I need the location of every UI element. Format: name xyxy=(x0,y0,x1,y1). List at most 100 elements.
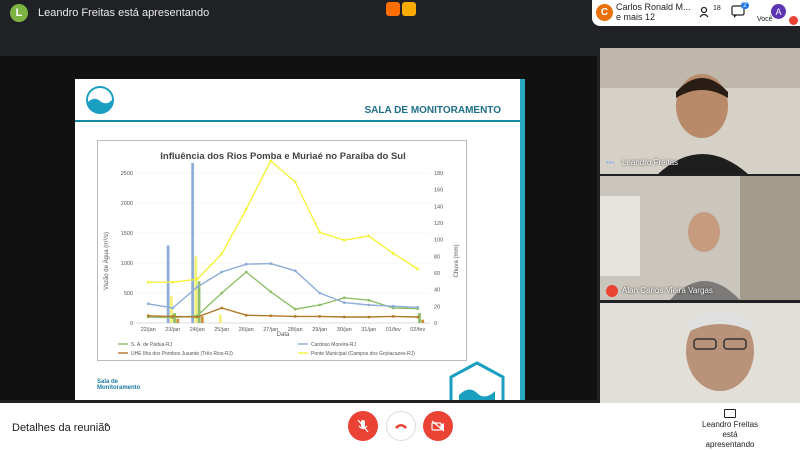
y-tick-label: 1000 xyxy=(121,261,133,267)
y2-tick-label: 140 xyxy=(434,204,443,210)
rain-bar xyxy=(218,314,222,323)
people-icon[interactable] xyxy=(699,6,713,18)
slide-header-title: SALA DE MONITORAMENTO xyxy=(364,105,501,116)
series-point xyxy=(367,303,371,307)
x-tick-label: 26/jan xyxy=(239,327,254,333)
present-line1: Leandro Freitas xyxy=(701,420,759,429)
x-tick-label: 28/jan xyxy=(288,327,303,333)
y2-tick-label: 0 xyxy=(434,321,437,327)
x-tick-label: 01/fev xyxy=(386,327,401,333)
series-point xyxy=(220,306,224,310)
participant-tile[interactable]: ••• Leandro Freitas xyxy=(600,48,800,174)
rain-bar xyxy=(200,316,204,323)
series-point xyxy=(342,238,346,242)
present-status[interactable]: Leandro Freitas está apresentando xyxy=(698,409,762,450)
series-point xyxy=(318,291,322,295)
series-point xyxy=(367,315,371,319)
series-point xyxy=(293,307,297,311)
y2-tick-label: 60 xyxy=(434,271,440,277)
series-point xyxy=(367,234,371,238)
sala-monitoramento-logo-icon xyxy=(86,86,114,114)
slide-accent-bar xyxy=(520,79,525,400)
mic-toggle-button[interactable] xyxy=(348,411,378,441)
series-line xyxy=(148,159,419,283)
y-tick-label: 500 xyxy=(124,291,133,297)
legend-label: Cardoso Moreira-RJ xyxy=(311,342,357,348)
chevron-up-icon[interactable]: ⌃ xyxy=(102,421,111,434)
y-tick-label: 1500 xyxy=(121,231,133,237)
camera-off-icon xyxy=(431,420,445,432)
series-point xyxy=(416,306,420,309)
browser-extension-icons xyxy=(386,2,416,16)
y2-tick-label: 160 xyxy=(434,188,443,194)
series-point xyxy=(342,301,346,304)
y2-tick-label: 40 xyxy=(434,288,440,294)
x-tick-label: 30/jan xyxy=(337,327,352,333)
legend-label: S. A. de Pádua-RJ xyxy=(131,342,173,348)
present-line2: está apresentando xyxy=(705,430,755,449)
x-tick-label: 23/jan xyxy=(165,327,180,333)
y2-tick-label: 120 xyxy=(434,221,443,227)
participant-video xyxy=(600,48,800,174)
y2-tick-label: 20 xyxy=(434,304,440,310)
y2-axis-label: Chuva (mm) xyxy=(454,244,460,277)
series-point xyxy=(269,290,273,294)
self-avatar[interactable]: A xyxy=(771,4,786,19)
x-tick-label: 22/jan xyxy=(141,327,156,333)
series-point xyxy=(367,298,371,302)
series-point xyxy=(244,313,248,317)
series-point xyxy=(171,306,175,310)
self-label: Você xyxy=(757,16,773,23)
footer-logo-text: Sala de Monitoramento xyxy=(97,379,140,391)
extension-fox-icon[interactable] xyxy=(386,2,400,16)
x-tick-label: 02/fev xyxy=(410,327,425,333)
mic-off-icon xyxy=(606,285,618,297)
people-count: 18 xyxy=(713,5,721,12)
series-point xyxy=(195,285,199,289)
rain-bar xyxy=(176,318,180,323)
flow-chart: Influência dos Rios Pomba e Muriaé no Pa… xyxy=(103,151,460,357)
series-point xyxy=(391,252,395,255)
participant-video xyxy=(600,303,800,403)
series-point xyxy=(195,277,199,281)
participant-tile[interactable]: Alan Carlos Vieira Vargas xyxy=(600,176,800,300)
rain-bar xyxy=(169,296,173,323)
participant-video xyxy=(600,176,800,300)
participant-tile[interactable] xyxy=(600,303,800,403)
series-point xyxy=(269,159,273,163)
speaking-indicator: ••• xyxy=(606,158,615,167)
series-point xyxy=(220,270,224,274)
rain-bar xyxy=(191,163,195,323)
series-point xyxy=(416,315,420,319)
meeting-details-button[interactable]: Detalhes da reunião xyxy=(12,422,110,434)
x-tick-label: 25/jan xyxy=(214,327,229,333)
present-screen-icon xyxy=(724,409,736,418)
series-point xyxy=(342,296,346,300)
extension-mic-icon[interactable] xyxy=(402,2,416,16)
series-point xyxy=(171,315,175,318)
chart-frame: Influência dos Rios Pomba e Muriaé no Pa… xyxy=(97,140,467,361)
participants-line2: e mais 12 xyxy=(616,12,656,22)
participant-name: Alan Carlos Vieira Vargas xyxy=(622,286,713,295)
slide-header-divider xyxy=(75,120,525,122)
rain-bar xyxy=(166,245,170,323)
participant-avatar: C xyxy=(596,4,613,21)
series-point xyxy=(293,269,297,273)
meet-window: L Leandro Freitas está apresentando C Ca… xyxy=(0,0,800,450)
presenter-avatar: L xyxy=(10,4,28,22)
footer-logo-hexagon-icon xyxy=(449,361,505,400)
bottom-control-bar: Detalhes da reunião ⌃ Leandro Freitas es… xyxy=(0,403,800,450)
leave-call-button[interactable] xyxy=(386,411,416,441)
camera-toggle-button[interactable] xyxy=(423,411,453,441)
participants-line1: Carlos Ronald M... xyxy=(616,2,691,12)
series-point xyxy=(293,315,297,318)
series-point xyxy=(293,180,297,184)
series-point xyxy=(146,314,150,318)
y-axis-label: Vazão de Água (m³/s) xyxy=(103,232,110,290)
chat-count: 2 xyxy=(741,2,749,9)
series-point xyxy=(342,315,346,319)
y-tick-label: 2000 xyxy=(121,201,133,207)
presentation-slide: SALA DE MONITORAMENTO Influência dos Rio… xyxy=(75,79,525,400)
series-point xyxy=(195,315,199,319)
y2-tick-label: 180 xyxy=(434,171,443,177)
